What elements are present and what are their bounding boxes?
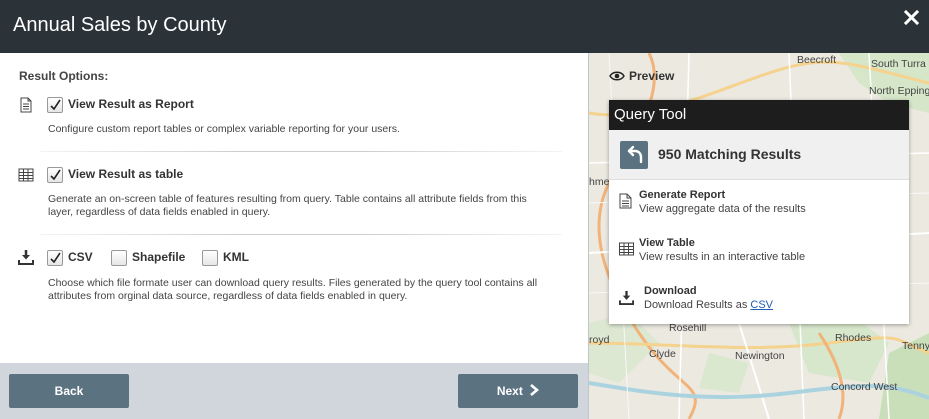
map-label: Newington — [735, 350, 785, 362]
map-label: Beecroft — [797, 54, 837, 66]
map-label: Concord West — [831, 381, 898, 393]
chevron-right-icon — [530, 384, 540, 396]
eye-icon — [609, 71, 625, 81]
dialog-title: Annual Sales by County — [13, 14, 227, 36]
csv-link[interactable]: CSV — [750, 299, 773, 311]
result-options-panel: Result Options: View Result as Report Co… — [0, 53, 588, 363]
map-label: Tenny — [902, 340, 929, 352]
table-option-title: View Result as table — [68, 167, 184, 181]
download-option-desc: Choose which file formate user can downl… — [48, 277, 538, 302]
download-title: Download — [644, 285, 697, 297]
kml-label: KML — [223, 250, 249, 264]
back-button[interactable]: Back — [9, 374, 129, 408]
map-label: royd — [589, 334, 610, 346]
download-desc: Download Results as CSV — [644, 299, 773, 311]
preview-label-text: Preview — [629, 69, 675, 83]
table-icon — [18, 168, 34, 182]
query-tool-title: Query Tool — [609, 100, 909, 130]
back-arrow-button[interactable] — [620, 141, 648, 169]
table-checkbox[interactable] — [47, 167, 63, 183]
query-tool-panel: Query Tool 950 Matching Results Generate… — [609, 100, 909, 324]
document-icon — [619, 193, 632, 209]
checkmark-icon — [50, 252, 61, 264]
download-icon — [619, 290, 634, 305]
dialog-header: Annual Sales by County — [0, 0, 929, 53]
map-label: Rhodes — [835, 332, 872, 344]
view-table-desc: View results in an interactive table — [639, 251, 806, 263]
table-option-desc: Generate an on-screen table of features … — [48, 193, 527, 218]
shapefile-checkbox[interactable] — [111, 250, 127, 266]
divider — [40, 151, 562, 152]
csv-label: CSV — [68, 250, 93, 264]
generate-report-desc: View aggregate data of the results — [639, 203, 806, 215]
document-icon — [20, 97, 32, 113]
preview-label: Preview — [609, 69, 674, 83]
generate-report-item[interactable]: Generate Report View aggregate data of t… — [609, 189, 909, 235]
checkmark-icon — [50, 99, 61, 111]
table-icon — [619, 242, 634, 256]
view-table-item[interactable]: View Table View results in an interactiv… — [609, 237, 909, 283]
download-icon — [18, 250, 34, 265]
download-item[interactable]: Download Download Results as CSV — [609, 285, 909, 331]
map-label: hme — [589, 176, 610, 188]
report-option-desc: Configure custom report tables or comple… — [48, 123, 400, 135]
generate-report-title: Generate Report — [639, 189, 726, 201]
map-label: South Turra — [871, 58, 926, 70]
map-label: North Epping — [869, 85, 929, 97]
shapefile-label: Shapefile — [132, 250, 186, 264]
csv-checkbox[interactable] — [47, 250, 63, 266]
matching-results-count: 950 Matching Results — [658, 146, 802, 162]
view-table-title: View Table — [639, 237, 695, 249]
map-label: Clyde — [649, 348, 676, 360]
checkmark-icon — [50, 169, 61, 181]
back-button-label: Back — [54, 384, 84, 398]
dialog-footer: Back Next — [0, 363, 588, 419]
next-button[interactable]: Next — [458, 374, 578, 408]
download-desc-text: Download Results as — [644, 299, 748, 311]
back-arrow-icon — [627, 145, 643, 164]
report-option-title: View Result as Report — [68, 97, 194, 111]
matching-results-bar: 950 Matching Results — [609, 130, 909, 180]
next-button-label: Next — [496, 384, 523, 398]
report-checkbox[interactable] — [47, 97, 63, 113]
divider — [40, 234, 562, 235]
result-options-label: Result Options: — [19, 69, 109, 83]
kml-checkbox[interactable] — [202, 250, 218, 266]
close-icon[interactable] — [904, 8, 920, 26]
